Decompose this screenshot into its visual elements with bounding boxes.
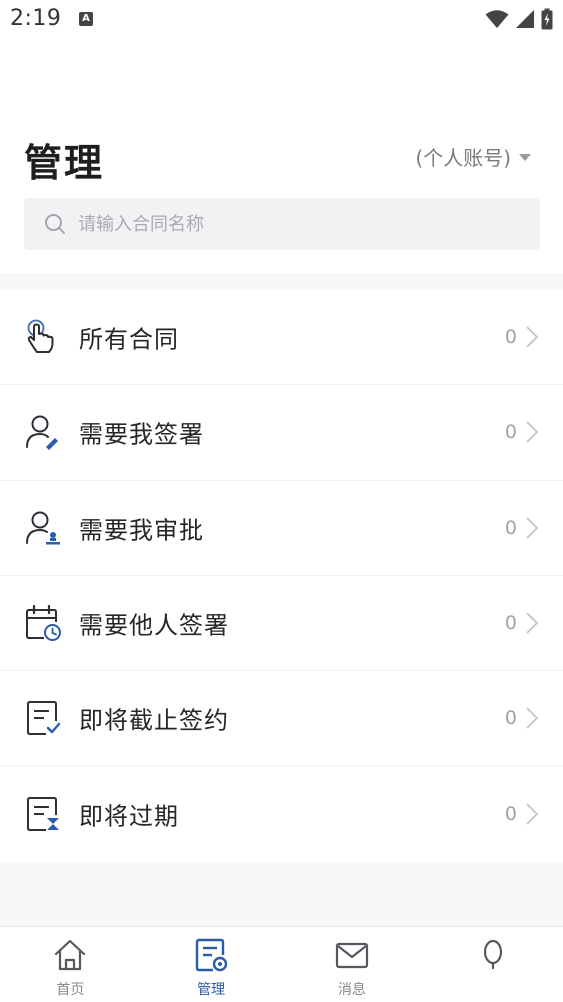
battery-icon — [541, 8, 553, 30]
caret-down-icon — [519, 154, 531, 161]
search-icon — [45, 214, 65, 234]
list-item-count: 0 — [504, 707, 517, 730]
nav-item-messages[interactable]: 消息 — [282, 927, 423, 1002]
search-box[interactable] — [24, 198, 540, 250]
status-time: 2:19 — [10, 6, 62, 31]
bottom-nav: 首页 管理 消息 — [0, 926, 563, 1002]
chevron-right-icon — [526, 326, 539, 348]
account-switch[interactable]: (个人账号) — [415, 142, 531, 171]
chevron-right-icon — [526, 517, 539, 539]
list-item-label: 所有合同 — [79, 325, 179, 354]
list-item-label: 需要我审批 — [79, 516, 204, 545]
list-item-expiring-soon[interactable]: 即将过期 0 — [0, 766, 563, 861]
list-item-count: 0 — [504, 421, 517, 444]
manage-doc-icon — [195, 938, 228, 972]
user-pen-icon — [26, 415, 58, 451]
nav-label: 管理 — [197, 982, 226, 998]
wifi-icon — [485, 10, 509, 28]
mail-icon — [335, 942, 368, 969]
list-item-label: 即将过期 — [79, 802, 179, 831]
status-indicators — [485, 8, 553, 30]
nav-item-home[interactable]: 首页 — [0, 927, 141, 1002]
chevron-right-icon — [526, 421, 539, 444]
list-item-need-my-signature[interactable]: 需要我签署 0 — [0, 385, 563, 481]
list-item-count: 0 — [504, 516, 517, 539]
status-bar: 2:19 A — [0, 0, 563, 40]
list-item-need-others-signature[interactable]: 需要他人签署 0 — [0, 576, 563, 672]
document-hourglass-icon — [27, 797, 59, 832]
list-item-count: 0 — [504, 803, 517, 826]
calendar-clock-icon — [26, 604, 61, 642]
page-title: 管理 — [24, 141, 105, 185]
document-check-icon — [27, 701, 61, 736]
list-item-deadline-approaching[interactable]: 即将截止签约 0 — [0, 671, 563, 767]
notification-icon: A — [79, 12, 93, 26]
profile-icon — [483, 939, 502, 970]
chevron-right-icon — [526, 612, 539, 634]
user-stamp-icon — [26, 511, 60, 545]
nav-item-manage[interactable]: 管理 — [141, 927, 282, 1002]
signal-icon — [516, 10, 534, 28]
list-item-count: 0 — [504, 612, 517, 635]
account-switch-label: (个人账号) — [415, 146, 511, 170]
chevron-right-icon — [526, 803, 539, 825]
list-item-count: 0 — [504, 326, 517, 349]
list-item-label: 需要我签署 — [79, 420, 204, 449]
list-item-all-contracts[interactable]: 所有合同 0 — [0, 290, 563, 386]
home-icon — [55, 939, 86, 971]
list-item-label: 需要他人签署 — [79, 611, 229, 640]
list-item-need-my-approval[interactable]: 需要我审批 0 — [0, 481, 563, 576]
search-input[interactable] — [78, 213, 498, 235]
list-item-label: 即将截止签约 — [79, 706, 229, 735]
nav-label: 消息 — [337, 982, 366, 998]
hand-tap-icon — [27, 319, 54, 354]
nav-label: 首页 — [56, 982, 85, 998]
chevron-right-icon — [526, 707, 539, 729]
contract-category-list: 所有合同 0 需要我签署 0 需要我审批 0 需要他人签署 0 即将截止签约 0… — [0, 290, 563, 862]
nav-item-profile[interactable] — [422, 927, 563, 1002]
